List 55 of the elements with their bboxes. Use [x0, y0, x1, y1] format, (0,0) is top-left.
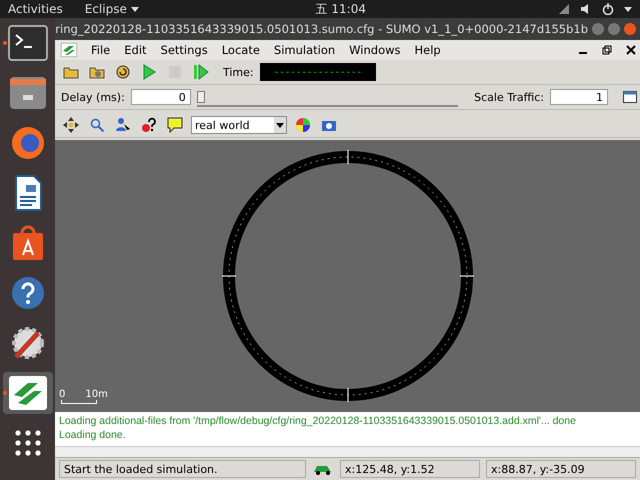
caret-icon	[274, 117, 286, 133]
sumo-logo-icon	[61, 43, 77, 57]
time-display: ----------------	[260, 63, 376, 81]
scale-bar	[61, 400, 97, 404]
menu-item[interactable]: File	[91, 43, 110, 57]
menu-item[interactable]: Help	[414, 43, 441, 57]
window-icon[interactable]	[623, 91, 637, 103]
network-icon[interactable]	[558, 3, 570, 15]
scale-traffic-field[interactable]: 1	[550, 89, 608, 105]
folder-gear-icon[interactable]	[89, 65, 105, 79]
cursor-coordinates: x:125.48, y:1.52	[340, 460, 480, 478]
scheme-dropdown[interactable]: real world	[191, 116, 287, 134]
slider-thumb[interactable]	[196, 91, 205, 103]
camera-icon[interactable]	[321, 118, 337, 132]
delay-label: Delay (ms):	[61, 90, 125, 104]
scale-label: 0	[59, 389, 66, 400]
speech-bubble-icon[interactable]	[167, 117, 183, 133]
open-folder-icon[interactable]	[63, 65, 79, 79]
scale-traffic-label: Scale Traffic:	[474, 90, 544, 104]
menu-item[interactable]: Edit	[124, 43, 147, 57]
step-icon[interactable]	[193, 64, 209, 80]
scale-label: 10m	[85, 389, 108, 400]
log-line: Loading additional-files from '/tmp/flow/debug/cfg/ring_20220128-1103351643339015.0501013.add.xml'... done	[59, 414, 577, 428]
menu-item[interactable]: Settings	[160, 43, 208, 57]
log-line: Loading done.	[59, 428, 127, 442]
horizontal-scrollbar[interactable]	[55, 446, 640, 457]
minimize-button[interactable]	[592, 23, 604, 35]
play-icon[interactable]	[142, 64, 156, 80]
person-cursor-icon[interactable]	[115, 117, 131, 133]
menu-item[interactable]: Windows	[349, 43, 401, 57]
file-cabinet-icon[interactable]	[8, 75, 48, 111]
move-arrows-icon[interactable]	[63, 117, 79, 133]
clock[interactable]: 五 11:04	[316, 0, 366, 18]
menu-item[interactable]: Locate	[222, 43, 260, 57]
status-message: Start the loaded simulation.	[59, 460, 306, 478]
power-icon[interactable]	[602, 3, 614, 15]
restore-icon[interactable]	[602, 45, 612, 55]
menu-item[interactable]: Simulation	[274, 43, 336, 57]
app-menu[interactable]: Eclipse	[84, 2, 127, 16]
search-icon[interactable]	[90, 118, 104, 132]
activities-button[interactable]: Activities	[8, 2, 63, 16]
reload-icon[interactable]	[115, 64, 131, 80]
close-icon[interactable]	[626, 45, 636, 55]
question-mark-icon[interactable]	[141, 117, 157, 133]
close-button[interactable]	[624, 23, 636, 35]
app-grid-icon[interactable]	[14, 429, 42, 457]
time-label: Time:	[223, 66, 254, 78]
sumo-logo-icon[interactable]	[8, 375, 48, 411]
maximize-button[interactable]	[608, 23, 620, 35]
map-canvas[interactable]: 0 10m	[55, 140, 640, 412]
terminal-icon[interactable]	[8, 25, 48, 61]
window-title: ring_20220128-1103351643339015.0501013.sumo.cfg - SUMO v1_1_0+0000-2147d155b1b	[55, 22, 588, 36]
delay-field[interactable]: 0	[130, 89, 191, 105]
color-wheel-icon[interactable]	[295, 117, 311, 133]
geo-coordinates: x:88.87, y:-35.09	[486, 460, 636, 478]
